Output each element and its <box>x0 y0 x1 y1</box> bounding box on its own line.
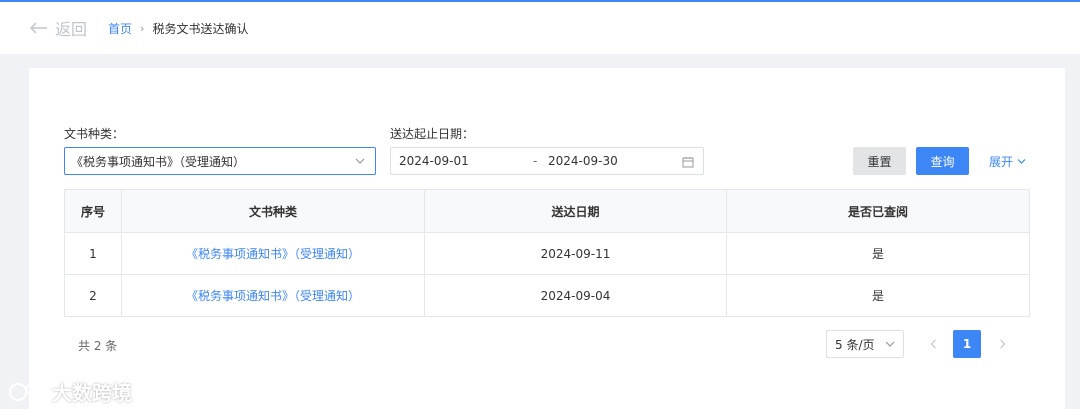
doc-type-label: 文书种类： <box>64 127 125 141</box>
documents-table: 序号 文书种类 送达日期 是否已查阅 1 《税务事项通知书》（受理通知） 202… <box>64 189 1030 317</box>
reset-button[interactable]: 重置 <box>853 147 906 175</box>
doc-type-select[interactable]: 《税务事项通知书》（受理通知） <box>64 147 376 175</box>
chevron-left-icon <box>930 339 936 349</box>
chevron-down-icon <box>1017 159 1026 164</box>
doc-link[interactable]: 《税务事项通知书》（受理通知） <box>186 245 360 262</box>
back-button[interactable]: 返回 <box>30 16 87 40</box>
row-viewed: 是 <box>726 275 1029 316</box>
breadcrumb-home[interactable]: 首页 <box>108 20 132 37</box>
prev-page-button[interactable] <box>923 330 943 358</box>
doc-link[interactable]: 《税务事项通知书》（受理通知） <box>186 287 360 304</box>
watermark-text: 大数跨境 <box>52 381 132 405</box>
chevron-down-icon <box>885 341 895 347</box>
calendar-icon <box>682 157 694 168</box>
back-label: 返回 <box>55 20 88 39</box>
breadcrumb-current: 税务文书送达确认 <box>152 21 249 36</box>
query-button[interactable]: 查询 <box>916 147 969 175</box>
row-index: 1 <box>89 246 97 261</box>
header-index: 序号 <box>80 204 105 219</box>
row-index: 2 <box>89 288 97 303</box>
expand-toggle[interactable]: 展开 <box>989 153 1026 170</box>
page-size-value: 5 条/页 <box>835 337 875 352</box>
chevron-right-icon: › <box>140 21 145 35</box>
chevron-right-icon <box>999 339 1005 349</box>
date-range-picker[interactable]: 2024-09-01 - 2024-09-30 <box>390 147 704 175</box>
header-doc-type: 文书种类 <box>121 190 424 232</box>
table-row: 2 《税务事项通知书》（受理通知） 2024-09-04 是 <box>65 274 1029 316</box>
date-end[interactable]: 2024-09-30 <box>548 154 618 168</box>
next-page-button[interactable] <box>992 330 1012 358</box>
chevron-down-icon <box>355 158 365 164</box>
watermark: 大数跨境 <box>8 377 132 406</box>
row-date: 2024-09-11 <box>424 233 726 274</box>
arrow-left-icon <box>30 22 47 34</box>
date-separator: - <box>533 154 538 168</box>
watermark-logo-icon <box>9 382 45 401</box>
row-date: 2024-09-04 <box>424 275 726 316</box>
header-viewed: 是否已查阅 <box>726 190 1029 232</box>
total-count: 共 2 条 <box>78 339 118 353</box>
table-row: 1 《税务事项通知书》（受理通知） 2024-09-11 是 <box>65 232 1029 274</box>
header-date: 送达日期 <box>424 190 726 232</box>
row-doc-type-cell: 《税务事项通知书》（受理通知） <box>121 233 424 274</box>
main-card: 文书种类： 《税务事项通知书》（受理通知） 送达起止日期： 2024-09-01… <box>29 68 1065 409</box>
header-bar: 返回 首页 › 税务文书送达确认 <box>0 2 1080 54</box>
date-start[interactable]: 2024-09-01 <box>399 154 469 168</box>
page-size-select[interactable]: 5 条/页 <box>826 330 904 358</box>
page-number-current[interactable]: 1 <box>953 330 981 358</box>
date-range-label: 送达起止日期： <box>390 127 475 141</box>
breadcrumb: 首页 › 税务文书送达确认 <box>108 20 248 37</box>
doc-type-value: 《税务事项通知书》（受理通知） <box>71 154 246 169</box>
row-doc-type-cell: 《税务事项通知书》（受理通知） <box>121 275 424 316</box>
expand-label: 展开 <box>989 155 1014 169</box>
table-header-row: 序号 文书种类 送达日期 是否已查阅 <box>65 190 1029 232</box>
row-viewed: 是 <box>726 233 1029 274</box>
